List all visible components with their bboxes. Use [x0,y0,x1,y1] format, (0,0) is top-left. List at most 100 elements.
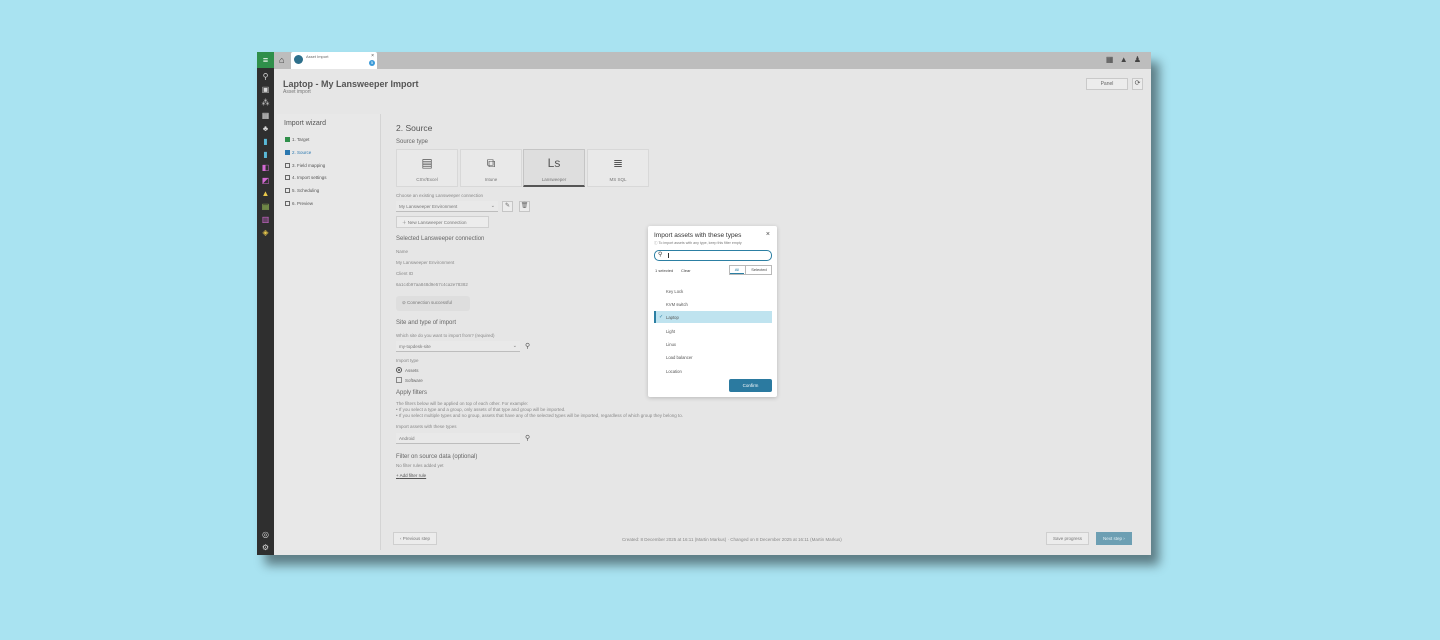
search-icon: ⚲ [658,252,663,258]
header-tools-icons[interactable]: ▦ ▲ ♟ [1106,55,1143,64]
site-question: Which site do you want to import from? (… [396,333,495,338]
search-icon[interactable]: ⚲ [261,72,270,81]
chevron-down-icon: ⌄ [490,203,495,209]
relations-icon[interactable]: ♣ [261,124,270,133]
type-option-location[interactable]: Location [654,365,772,377]
save-progress-button[interactable]: Save progress [1046,532,1090,545]
tag-icon[interactable]: ◈ [261,228,270,237]
wizard-step-target[interactable]: 1. Target [285,137,309,142]
csv-icon: ▤ [421,156,433,170]
add-filter-rule-label: Add filter rule [399,473,427,478]
name-label: Name [396,249,409,254]
step-label: 5. Scheduling [292,188,320,193]
wizard-title: Import wizard [284,120,327,127]
source-filter-empty: No filter rules added yet [396,463,444,468]
types-filter-value: Android [399,436,415,441]
refresh-icon[interactable]: ⟳ [1132,78,1143,90]
step-label: 4. Import settings [292,175,327,180]
type-search-input[interactable]: ⚲ [654,250,772,261]
step-label: 3. Field mapping [292,163,326,168]
filters-desc-1: The filters below will be applied on top… [396,401,529,406]
document-icon[interactable]: ▮ [261,150,270,159]
wizard-step-source[interactable]: 2. Source [285,150,311,155]
type-option-label: Key Lock [666,289,684,294]
tab-all[interactable]: All [730,266,744,274]
check-icon: ✓ [659,314,664,320]
filters-desc-2: • If you select a type and a group, only… [396,407,566,412]
radio-assets-label: Assets [405,368,419,373]
types-filter-field[interactable]: Android [396,433,520,444]
step-label: 6. Preview [292,201,314,206]
connection-select[interactable]: My Lansweeper Environment ⌄ [396,201,498,212]
settings-icon[interactable]: ⚙ [261,543,270,552]
type-option-label: Location [666,369,682,374]
type-option-laptop[interactable]: ✓ Laptop [654,311,772,323]
type-option-linux[interactable]: Linux [654,338,772,350]
step-check-icon [285,150,290,155]
edit-connection-button[interactable]: ✎ [502,201,513,212]
source-card-lansweeper[interactable]: Ls Lansweeper [523,149,585,187]
clipboard-icon[interactable]: ▣ [261,85,270,94]
report-icon[interactable]: ▮ [261,137,270,146]
source-card-csv[interactable]: ▤ CSV/Excel [396,149,458,187]
page-title: Laptop - My Lansweeper Import [283,79,419,89]
confirm-button[interactable]: Confirm [729,379,772,392]
panel-button[interactable]: Panel [1086,78,1128,90]
chart-icon[interactable]: ▥ [261,215,270,224]
dashboard-icon[interactable]: ◩ [261,176,270,185]
type-option-label: KVM switch [666,302,688,307]
connection-status-text: Connection successful [407,300,453,305]
menu-icon[interactable]: ≡ [257,52,274,68]
new-connection-button[interactable]: ＋ New Lansweeper Connection [396,216,489,228]
site-search-icon[interactable]: ⚲ [525,342,530,350]
source-card-mssql[interactable]: ≣ MS SQL [587,149,649,187]
wizard-step-field-mapping[interactable]: 3. Field mapping [285,163,325,168]
close-icon[interactable]: × [371,53,374,59]
home-icon[interactable]: ⌂ [279,55,284,66]
client-id-value: 6a1c4b97aa848d9e57c4ca2e78382 [396,282,468,287]
site-select[interactable]: my-topdesk-site ⌄ [396,341,520,352]
site-section-title: Site and type of import [396,320,457,326]
connection-label: Choose an existing Lansweeper connection [396,193,484,198]
next-step-label: Next step [1103,536,1123,541]
type-option-key-lock[interactable]: Key Lock [654,285,772,297]
clear-button[interactable]: Clear [681,268,691,273]
network-icon[interactable]: ⁂ [261,98,270,107]
previous-step-button[interactable]: ‹ Previous step [393,532,438,545]
close-icon[interactable]: × [766,231,770,238]
source-card-intune[interactable]: ⧉ Intune [460,149,522,187]
tab-asset-import[interactable]: Asset Import × 5 [291,52,377,69]
audit-info: Created: 8 December 2025 at 16:11 (Marti… [622,537,842,542]
apps-icon[interactable]: ▦ [261,111,270,120]
delete-connection-button[interactable]: 🗑 [519,201,530,212]
wizard-step-scheduling[interactable]: 5. Scheduling [285,188,319,193]
site-select-value: my-topdesk-site [399,344,431,349]
intune-icon: ⧉ [486,156,496,170]
chevron-right-icon: › [1122,536,1125,541]
security-icon[interactable]: ◧ [261,163,270,172]
type-option-label: Linux [666,342,677,347]
next-step-button[interactable]: Next step › [1096,532,1132,545]
types-search-icon[interactable]: ⚲ [525,434,530,442]
wizard-step-import-settings[interactable]: 4. Import settings [285,175,327,180]
type-option-light[interactable]: Light [654,325,772,337]
add-filter-rule-link[interactable]: + Add filter rule [396,473,426,478]
left-nav-rail: ≡ ⚲ ▣ ⁂ ▦ ♣ ▮ ▮ ◧ ◩ ▲ ▤ ▥ ◈ ◎ ⚙ [257,52,274,555]
warning-icon[interactable]: ▲ [261,189,270,198]
checkbox-software[interactable]: Software [396,377,423,383]
type-option-kvm-switch[interactable]: KVM switch [654,298,772,310]
type-option-label: Laptop [666,315,679,320]
tab-selected[interactable]: Selected [745,266,772,274]
filters-title: Apply filters [396,390,428,396]
help-icon[interactable]: ◎ [261,530,270,539]
previous-step-label: Previous step [402,536,431,541]
top-bar: ⌂ Asset Import × 5 ▦ ▲ ♟ [274,52,1151,69]
radio-selected-icon [396,367,402,373]
source-type-label: Source type [396,139,429,145]
type-option-load-balancer[interactable]: Load balancer [654,351,772,363]
inventory-icon[interactable]: ▤ [261,202,270,211]
wizard-step-preview[interactable]: 6. Preview [285,201,313,206]
source-card-label: MS SQL [609,177,627,182]
radio-assets[interactable]: Assets [396,367,419,373]
types-filter-label: Import assets with these types [396,424,457,429]
